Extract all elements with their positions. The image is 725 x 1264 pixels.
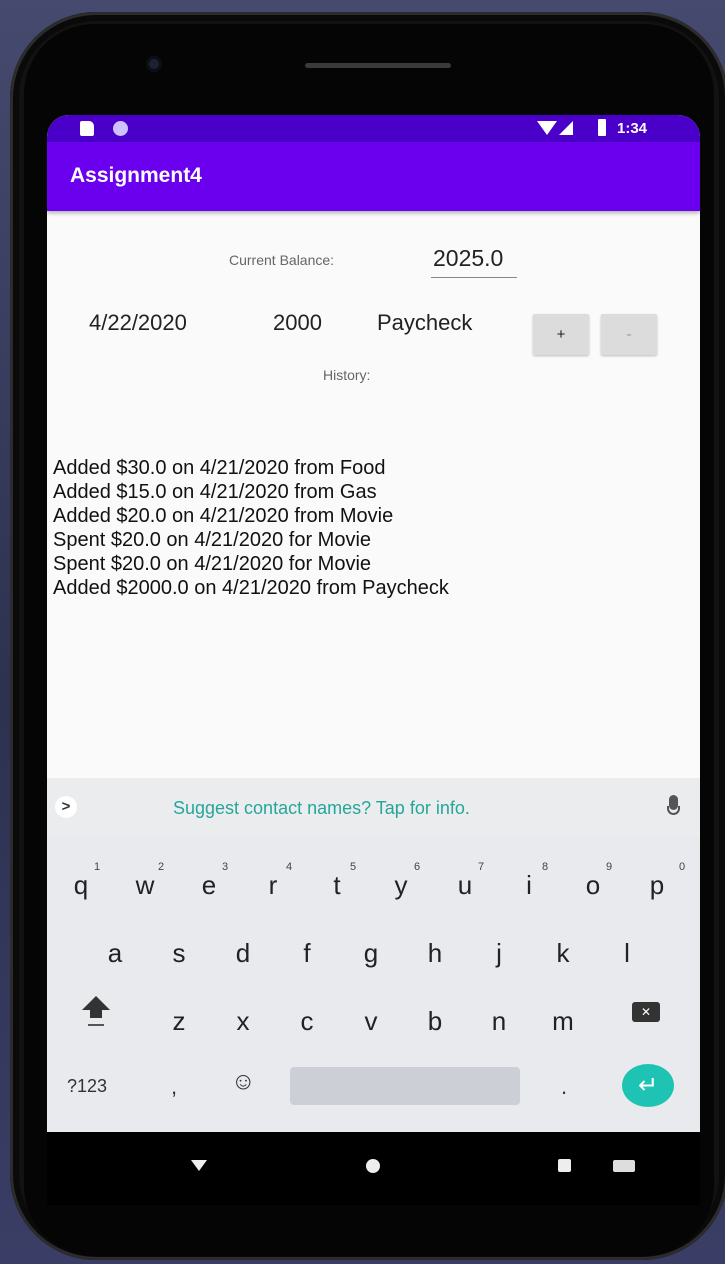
key-n[interactable]: n [479,1006,519,1037]
backspace-icon[interactable]: ✕ [632,1002,660,1022]
key-c[interactable]: c [287,1006,327,1037]
home-icon[interactable] [366,1159,380,1173]
status-bar: 1:34 [47,115,700,142]
key-r[interactable]: r [253,870,293,901]
key-w[interactable]: w [125,870,165,901]
history-item: Added $20.0 on 4/21/2020 from Movie [53,505,394,527]
amount-input[interactable]: 2000 [273,310,322,336]
period-key[interactable]: . [561,1074,567,1100]
key-e[interactable]: e [189,870,229,901]
device-screen: 1:34 Assignment4 Current Balance: 2025.0… [47,115,700,1205]
key-b[interactable]: b [415,1006,455,1037]
back-icon[interactable] [191,1160,207,1171]
shift-icon-underline [88,1024,104,1026]
enter-icon[interactable]: ↵ [622,1064,674,1107]
navigation-bar [47,1132,700,1205]
current-balance-value[interactable]: 2025.0 [433,245,503,272]
history-item: Added $30.0 on 4/21/2020 from Food [53,457,386,479]
key-hint-6: 6 [414,861,421,873]
symbols-key[interactable]: ?123 [67,1076,107,1097]
emoji-icon[interactable]: ☺ [231,1068,256,1096]
key-hint-1: 1 [94,861,101,873]
comma-key[interactable]: , [171,1074,177,1100]
app-title: Assignment4 [70,164,202,187]
description-input[interactable]: Paycheck [377,310,472,336]
key-q[interactable]: q [61,870,101,901]
key-hint-3: 3 [222,861,229,873]
shift-icon-stem [90,1010,102,1018]
key-hint-0: 0 [679,861,686,873]
date-input[interactable]: 4/22/2020 [89,310,187,336]
key-hint-2: 2 [158,861,165,873]
history-item: Spent $20.0 on 4/21/2020 for Movie [53,553,372,575]
key-hint-8: 8 [542,861,549,873]
app-bar: Assignment4 [47,142,700,211]
soft-keyboard: > Suggest contact names? Tap for info. q… [47,778,700,1132]
key-hint-9: 9 [606,861,613,873]
key-hint-5: 5 [350,861,357,873]
key-z[interactable]: z [159,1006,199,1037]
space-key[interactable] [290,1067,520,1105]
key-f[interactable]: f [287,938,327,969]
recents-icon[interactable] [558,1159,571,1172]
key-a[interactable]: a [95,938,135,969]
key-g[interactable]: g [351,938,391,969]
key-m[interactable]: m [543,1006,583,1037]
history-item: Added $15.0 on 4/21/2020 from Gas [53,481,377,503]
battery-icon [598,119,606,136]
suggestion-text[interactable]: Suggest contact names? Tap for info. [173,798,470,819]
subtract-button[interactable]: - [601,314,657,355]
key-t[interactable]: t [317,870,357,901]
sd-card-icon [80,121,94,136]
key-p[interactable]: p [637,870,677,901]
key-y[interactable]: y [381,870,421,901]
suggestion-bar: > Suggest contact names? Tap for info. [47,778,700,835]
key-hint-4: 4 [286,861,293,873]
key-u[interactable]: u [445,870,485,901]
status-time: 1:34 [617,120,648,137]
key-j[interactable]: j [479,938,519,969]
expand-arrow-icon[interactable]: > [55,796,77,818]
history-item: Spent $20.0 on 4/21/2020 for Movie [53,529,372,551]
key-v[interactable]: v [351,1006,391,1037]
earpiece-speaker [305,63,451,68]
add-button[interactable]: + [533,314,589,355]
current-balance-label: Current Balance: [229,252,335,268]
microphone-stand [667,806,680,815]
key-l[interactable]: l [607,938,647,969]
key-hint-7: 7 [478,861,485,873]
history-item: Added $2000.0 on 4/21/2020 from Paycheck [53,577,449,599]
key-h[interactable]: h [415,938,455,969]
balance-field-underline [431,277,517,278]
key-i[interactable]: i [509,870,549,901]
signal-icon [559,121,573,135]
history-list: Added $30.0 on 4/21/2020 from Food Added… [53,456,449,600]
history-label: History: [323,367,371,383]
wifi-icon [537,121,557,135]
shift-icon[interactable] [82,996,110,1010]
key-d[interactable]: d [223,938,263,969]
key-s[interactable]: s [159,938,199,969]
key-o[interactable]: o [573,870,613,901]
notification-dot-icon [113,121,128,136]
key-k[interactable]: k [543,938,583,969]
keyboard-switch-icon[interactable] [613,1160,635,1172]
key-x[interactable]: x [223,1006,263,1037]
front-camera [146,56,162,72]
